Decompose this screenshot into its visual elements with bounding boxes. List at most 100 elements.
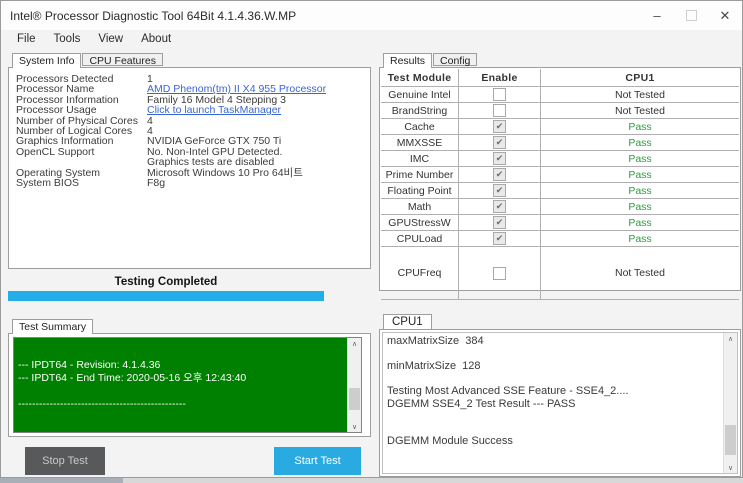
- checkbox-checked-icon[interactable]: ✔: [493, 152, 506, 165]
- cpu-output-content: maxMatrixSize 384 minMatrixSize 128 Test…: [379, 329, 741, 477]
- summary-scroll-thumb[interactable]: [349, 388, 360, 410]
- cpu-output-lines: maxMatrixSize 384 minMatrixSize 128 Test…: [387, 335, 629, 447]
- menu-view[interactable]: View: [89, 31, 132, 47]
- module-name-cell: Genuine Intel: [381, 87, 459, 102]
- scroll-up-icon[interactable]: ∧: [348, 338, 361, 349]
- status-cell: Pass: [628, 184, 652, 197]
- test-summary-content: --- IPDT64 - Revision: 4.1.4.36 --- IPDT…: [8, 333, 371, 437]
- results-content: Test Module Enable CPU1 Genuine Intel Not…: [379, 67, 741, 300]
- module-name-cell: Prime Number: [381, 167, 459, 182]
- menu-about[interactable]: About: [132, 31, 180, 47]
- enable-cell: ✔: [459, 183, 541, 198]
- checkbox-checked-icon[interactable]: ✔: [493, 232, 506, 245]
- status-cell: Pass: [628, 200, 652, 213]
- header-cpu1: CPU1: [625, 71, 655, 84]
- status-cell: Pass: [628, 136, 652, 149]
- table-row: BrandString Not Tested: [381, 103, 739, 119]
- checkbox-unchecked-icon[interactable]: [493, 88, 506, 101]
- checkbox-checked-icon[interactable]: ✔: [493, 120, 506, 133]
- enable-cell: ✔: [459, 151, 541, 166]
- checkbox-checked-icon[interactable]: ✔: [493, 136, 506, 149]
- module-name-cell: IMC: [381, 151, 459, 166]
- close-button[interactable]: ✕: [708, 1, 742, 30]
- enable-cell: ✔: [459, 199, 541, 214]
- system-info-tabs: System Info CPU Features: [8, 53, 371, 68]
- module-name-cell: CPULoad: [381, 231, 459, 246]
- enable-cell: ✔: [459, 215, 541, 230]
- minimize-button[interactable]: –: [640, 1, 674, 30]
- window-title: Intel® Processor Diagnostic Tool 64Bit 4…: [10, 8, 297, 23]
- checkbox-checked-icon[interactable]: ✔: [493, 184, 506, 197]
- info-value-link[interactable]: Click to launch TaskManager: [147, 105, 370, 116]
- checkbox-checked-icon[interactable]: ✔: [493, 168, 506, 181]
- stop-test-button[interactable]: Stop Test: [25, 447, 105, 475]
- status-cell: Not Tested: [614, 104, 665, 117]
- enable-cell: ✔: [459, 119, 541, 134]
- table-row: GPUStressW ✔ Pass: [381, 215, 739, 231]
- info-value: 4: [147, 114, 153, 127]
- scroll-down-icon[interactable]: ∨: [348, 421, 361, 432]
- status-cell: Pass: [628, 216, 652, 229]
- tab-cpu1[interactable]: CPU1: [383, 314, 432, 329]
- tab-test-summary[interactable]: Test Summary: [12, 319, 94, 334]
- maximize-button: [674, 1, 708, 30]
- test-module-table: Test Module Enable CPU1 Genuine Intel Not…: [381, 69, 739, 300]
- test-summary-panel: Test Summary --- IPDT64 - Revision: 4.1.…: [8, 319, 371, 437]
- enable-cell: [459, 87, 541, 102]
- module-name-cell: Math: [381, 199, 459, 214]
- module-name-cell: GPUStressW: [381, 215, 459, 230]
- progress-bar: [8, 291, 324, 301]
- results-tabs: Results Config: [379, 53, 741, 68]
- table-row: Genuine Intel Not Tested: [381, 87, 739, 103]
- summary-lines: --- IPDT64 - Revision: 4.1.4.36 --- IPDT…: [18, 359, 247, 410]
- test-summary-log: --- IPDT64 - Revision: 4.1.4.36 --- IPDT…: [13, 337, 362, 433]
- title-bar: Intel® Processor Diagnostic Tool 64Bit 4…: [1, 1, 742, 30]
- checkbox-unchecked-icon[interactable]: [493, 266, 506, 280]
- cpu-scrollbar[interactable]: ∧ ∨: [723, 333, 737, 473]
- status-cell: Pass: [628, 120, 652, 133]
- module-name-cell: BrandString: [381, 103, 459, 118]
- table-row: CPUFreq Not Tested: [381, 247, 739, 300]
- enable-cell: ✔: [459, 167, 541, 182]
- table-row: Floating Point ✔ Pass: [381, 183, 739, 199]
- status-cell: Not Tested: [614, 267, 665, 279]
- taskbar-fragment: [0, 478, 123, 483]
- cpu-scroll-thumb[interactable]: [725, 425, 736, 455]
- checkbox-unchecked-icon[interactable]: [493, 104, 506, 117]
- status-cell: Pass: [628, 232, 652, 245]
- tab-results[interactable]: Results: [383, 53, 433, 68]
- status-cell: Pass: [628, 152, 652, 165]
- system-info-panel: System Info CPU Features Processors Dete…: [8, 53, 371, 269]
- table-row: Cache ✔ Pass: [381, 119, 739, 135]
- tab-config[interactable]: Config: [433, 53, 478, 67]
- checkbox-checked-icon[interactable]: ✔: [493, 200, 506, 213]
- table-row: IMC ✔ Pass: [381, 151, 739, 167]
- cpu-output-tabs: CPU1: [379, 314, 741, 329]
- header-enable: Enable: [459, 69, 541, 86]
- scroll-up-icon[interactable]: ∧: [724, 333, 737, 344]
- table-row: Prime Number ✔ Pass: [381, 167, 739, 183]
- menu-file[interactable]: File: [8, 31, 45, 47]
- menu-tools[interactable]: Tools: [45, 31, 90, 47]
- header-test-module: Test Module: [381, 69, 459, 86]
- info-label: System BIOS: [16, 177, 80, 190]
- tab-system-info[interactable]: System Info: [12, 53, 82, 68]
- summary-scrollbar[interactable]: ∧ ∨: [347, 338, 361, 432]
- table-row: MMXSSE ✔ Pass: [381, 135, 739, 151]
- info-label: OpenCL Support: [16, 145, 95, 158]
- module-name-cell: CPUFreq: [381, 247, 459, 299]
- test-summary-tabs: Test Summary: [8, 319, 371, 334]
- table-row: CPULoad ✔ Pass: [381, 231, 739, 247]
- table-row: Math ✔ Pass: [381, 199, 739, 215]
- enable-cell: ✔: [459, 135, 541, 150]
- module-name-cell: Floating Point: [381, 183, 459, 198]
- scroll-down-icon[interactable]: ∨: [724, 462, 737, 473]
- table-header-row: Test Module Enable CPU1: [381, 69, 739, 87]
- tab-cpu-features[interactable]: CPU Features: [82, 53, 163, 67]
- start-test-button[interactable]: Start Test: [274, 447, 361, 475]
- checkbox-checked-icon[interactable]: ✔: [493, 216, 506, 229]
- desktop-strip: [0, 478, 743, 483]
- maximize-icon: [685, 10, 697, 21]
- status-cell: Not Tested: [614, 88, 665, 101]
- summary-text-area: --- IPDT64 - Revision: 4.1.4.36 --- IPDT…: [14, 338, 347, 432]
